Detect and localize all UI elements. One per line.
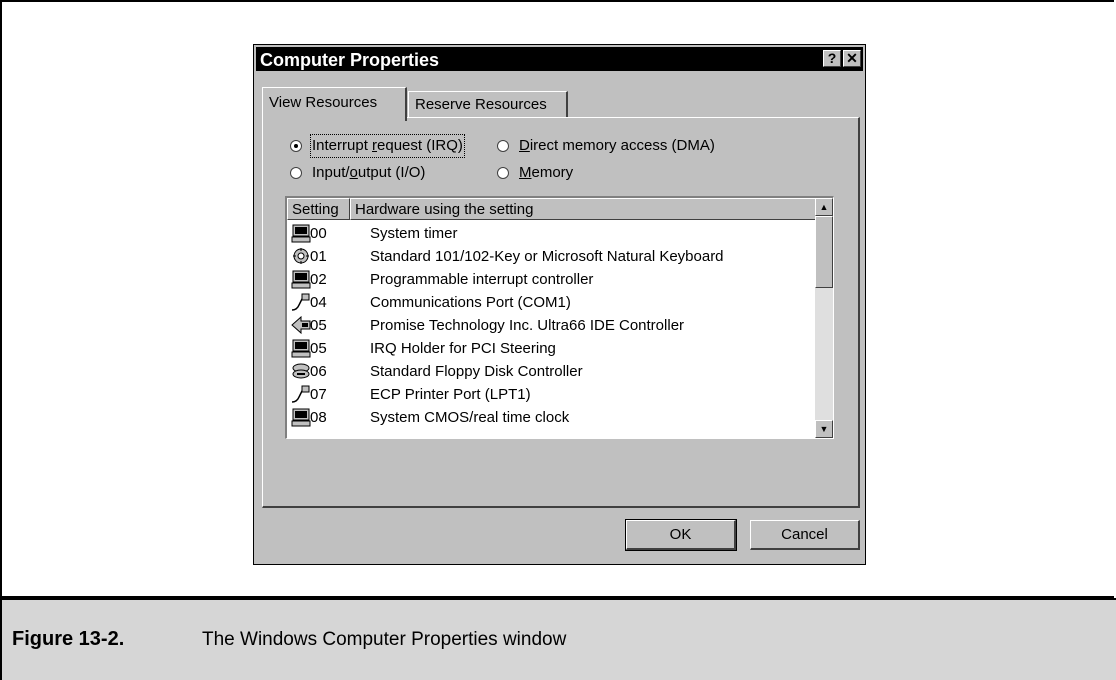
hardware-name: Promise Technology Inc. Ultra66 IDE Cont… [370, 317, 685, 334]
list-item[interactable]: 05 Promise Technology Inc. Ultra66 IDE C… [287, 314, 817, 337]
resource-list[interactable]: Setting Hardware using the setting 00 Sy… [285, 196, 834, 439]
tab-label: View Resources [269, 94, 378, 111]
scroll-up-button[interactable]: ▲ [815, 198, 833, 216]
hardware-name: System timer [370, 225, 458, 242]
hardware-name: System CMOS/real time clock [370, 409, 570, 426]
list-item[interactable]: 04 Communications Port (COM1) [287, 291, 817, 314]
ide-controller-icon [291, 316, 311, 335]
setting-value: 08 [310, 409, 327, 426]
hardware-name: Standard 101/102-Key or Microsoft Natura… [370, 248, 724, 265]
setting-value: 06 [310, 363, 327, 380]
radio-irq-label: Interrupt request (IRQ) [310, 134, 465, 158]
list-item[interactable]: 05 IRQ Holder for PCI Steering [287, 337, 817, 360]
setting-value: 02 [310, 271, 327, 288]
window-title: Computer Properties [260, 50, 440, 70]
radio-dma-label: Direct memory access (DMA) [519, 137, 715, 154]
tab-reserve-resources[interactable]: Reserve Resources [408, 91, 568, 117]
port-icon [291, 385, 310, 403]
scroll-down-button[interactable]: ▼ [815, 420, 833, 438]
port-icon [291, 293, 310, 311]
list-item[interactable]: 06 Standard Floppy Disk Controller [287, 360, 817, 383]
hardware-name: Communications Port (COM1) [370, 294, 571, 311]
vertical-scrollbar[interactable]: ▲ ▼ [815, 198, 833, 438]
figure-number: Figure 13-2. [12, 628, 125, 650]
setting-value: 07 [310, 386, 327, 403]
hardware-name: Programmable interrupt controller [370, 271, 594, 288]
tab-label: Reserve Resources [415, 96, 547, 113]
tab-view-resources[interactable]: View Resources [262, 87, 407, 121]
ok-button[interactable]: OK [625, 519, 737, 551]
column-header-hardware[interactable]: Hardware using the setting [350, 198, 817, 220]
figure-caption: Figure 13-2. The Windows Computer Proper… [0, 598, 1116, 680]
computer-icon [291, 270, 311, 289]
setting-value: 05 [310, 317, 327, 334]
hardware-name: ECP Printer Port (LPT1) [370, 386, 531, 403]
list-item[interactable]: 08 System CMOS/real time clock [287, 406, 817, 429]
radio-indicator [290, 140, 302, 152]
column-header-setting[interactable]: Setting [287, 198, 350, 220]
radio-memory-label: Memory [519, 164, 574, 181]
computer-icon [291, 224, 311, 243]
setting-value: 00 [310, 225, 327, 242]
scroll-thumb[interactable] [815, 216, 833, 288]
floppy-controller-icon [292, 363, 310, 379]
close-button[interactable]: ✕ [843, 50, 861, 67]
computer-icon [291, 408, 311, 427]
cancel-button[interactable]: Cancel [750, 520, 860, 550]
list-item[interactable]: 01 Standard 101/102-Key or Microsoft Nat… [287, 245, 817, 268]
hardware-name: Standard Floppy Disk Controller [370, 363, 583, 380]
caption-text: The Windows Computer Properties window [202, 629, 567, 650]
list-item[interactable]: 00 System timer [287, 222, 817, 245]
help-button[interactable]: ? [823, 50, 841, 67]
setting-value: 05 [310, 340, 327, 357]
hardware-name: IRQ Holder for PCI Steering [370, 340, 556, 357]
radio-indicator [497, 167, 509, 179]
title-bar[interactable]: Computer Properties ? ✕ [256, 47, 863, 71]
radio-io-label: Input/output (I/O) [312, 164, 426, 181]
setting-value: 04 [310, 294, 327, 311]
setting-value: 01 [310, 248, 327, 265]
list-item[interactable]: 07 ECP Printer Port (LPT1) [287, 383, 817, 406]
keyboard-icon [293, 248, 309, 264]
computer-icon [291, 339, 311, 358]
list-item[interactable]: 02 Programmable interrupt controller [287, 268, 817, 291]
radio-indicator [290, 167, 302, 179]
radio-indicator [497, 140, 509, 152]
